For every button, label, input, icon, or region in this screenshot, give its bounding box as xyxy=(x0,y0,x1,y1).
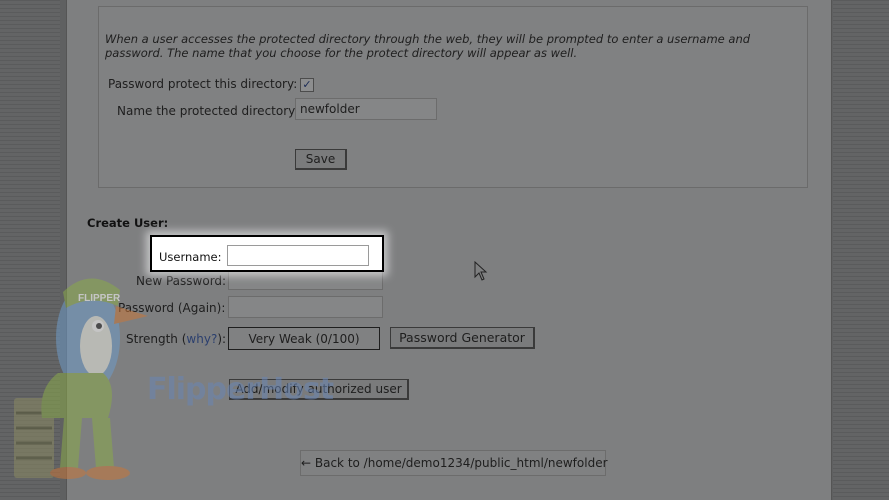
intro-description: When a user accesses the protected direc… xyxy=(105,32,751,60)
flipper-mascot-logo: FLIPPER xyxy=(14,278,148,480)
password-again-input[interactable] xyxy=(228,296,383,318)
username-input[interactable] xyxy=(227,245,369,266)
back-link[interactable]: ← Back to /home/demo1234/public_html/new… xyxy=(300,450,608,476)
protect-directory-checkbox[interactable]: ✓ xyxy=(300,78,314,92)
right-background-panel xyxy=(833,0,889,500)
protect-checkbox-label: Password protect this directory: xyxy=(108,77,298,91)
protected-directory-name-input[interactable] xyxy=(295,98,437,120)
strength-meter: Very Weak (0/100) xyxy=(228,327,380,350)
why-link[interactable]: why? xyxy=(186,332,217,346)
username-label: Username: xyxy=(159,250,222,264)
username-highlight-box: Username: xyxy=(150,235,384,272)
mascot-cap-text: FLIPPER xyxy=(78,293,121,304)
protected-name-label: Name the protected directory: xyxy=(117,104,299,118)
save-button[interactable]: Save xyxy=(295,149,347,170)
mouse-cursor-icon xyxy=(474,261,488,281)
password-generator-button[interactable]: Password Generator xyxy=(390,327,535,349)
checkmark-icon: ✓ xyxy=(302,78,312,91)
protect-directory-fieldset: When a user accesses the protected direc… xyxy=(98,6,808,188)
create-user-heading: Create User: xyxy=(87,216,169,230)
